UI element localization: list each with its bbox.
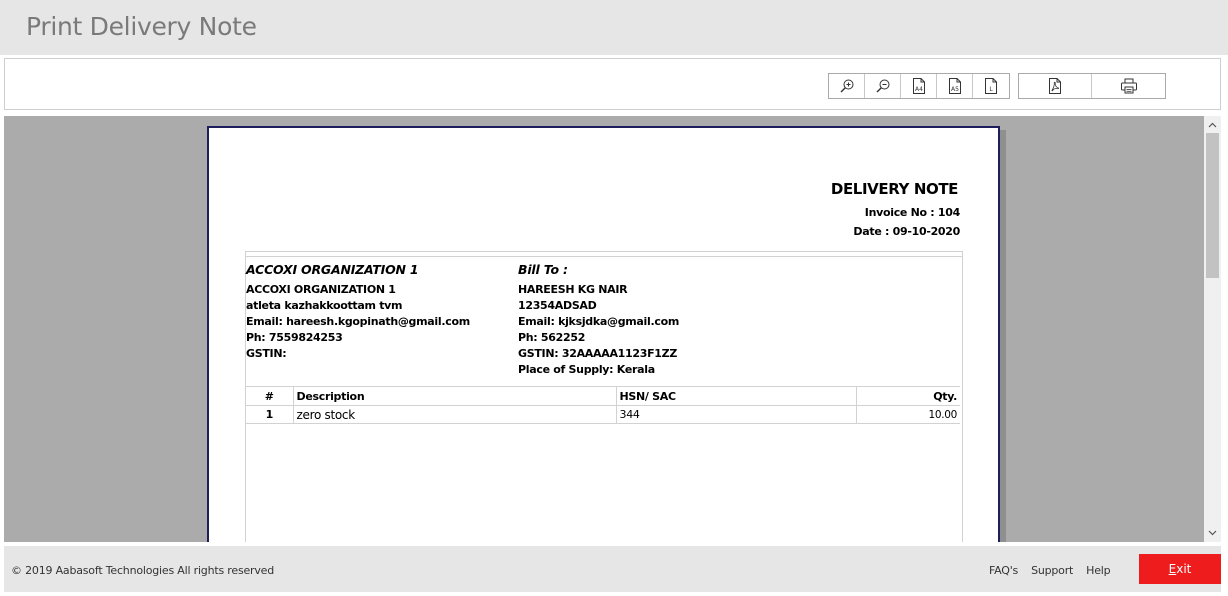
from-address-block: ACCOXI ORGANIZATION 1 ACCOXI ORGANIZATIO… (246, 262, 470, 362)
invoice-number: Invoice No : 104 (864, 206, 961, 219)
frame-divider (246, 256, 962, 257)
row-qty: 10.00 (856, 405, 960, 424)
footer-bar: © 2019 Aabasoft Technologies All rights … (4, 546, 1221, 592)
exit-label-accesskey: E (1168, 562, 1177, 576)
a5-label: A5 (951, 86, 959, 93)
chevron-down-icon (1208, 530, 1217, 536)
col-header-description: Description (293, 386, 617, 406)
col-header-number: # (246, 386, 294, 406)
zoom-in-button[interactable] (829, 74, 865, 98)
zoom-in-icon (840, 79, 853, 93)
bill-to-block: Bill To : HAREESH KG NAIR 12354ADSAD Ema… (518, 262, 679, 378)
print-delivery-note-window: Print Delivery Note A4 A5 L DELIVERY NOT… (0, 0, 1228, 596)
a4-label: A4 (915, 86, 923, 93)
from-heading: ACCOXI ORGANIZATION 1 (246, 262, 419, 277)
zoom-out-icon (876, 79, 889, 93)
help-link[interactable]: Help (1086, 564, 1110, 577)
bill-to-place-of-supply: Place of Supply: Kerala (518, 363, 655, 376)
scroll-down-button[interactable] (1204, 525, 1221, 541)
zoom-out-button[interactable] (865, 74, 901, 98)
scroll-thumb[interactable] (1206, 133, 1219, 278)
export-print-group (1018, 73, 1166, 99)
exit-label: xit (1176, 562, 1192, 576)
from-email: Email: hareesh.kgopinath@gmail.com (246, 315, 470, 328)
document-date: Date : 09-10-2020 (853, 225, 960, 238)
copyright-text: © 2019 Aabasoft Technologies All rights … (11, 564, 275, 577)
a4-page-button[interactable]: A4 (901, 74, 937, 98)
exit-button[interactable]: Exit (1139, 554, 1221, 584)
page-title: Print Delivery Note (26, 12, 257, 41)
col-header-hsn: HSN/ SAC (616, 386, 857, 406)
bill-to-gstin: GSTIN: 32AAAAA1123F1ZZ (518, 347, 677, 360)
items-table: # Description HSN/ SAC Qty. 1 zero stock… (246, 386, 960, 424)
scroll-up-button[interactable] (1204, 117, 1221, 133)
bill-to-name: HAREESH KG NAIR (518, 283, 628, 296)
items-table-header: # Description HSN/ SAC Qty. (246, 386, 960, 406)
a4-page-icon: A4 (912, 78, 925, 94)
a5-page-button[interactable]: A5 (937, 74, 973, 98)
bill-to-email: Email: kjksjdka@gmail.com (518, 315, 680, 328)
vertical-scrollbar[interactable] (1204, 116, 1221, 542)
letter-page-icon: L (985, 78, 997, 94)
bill-to-phone: Ph: 562252 (518, 331, 586, 344)
printer-icon (1120, 78, 1137, 94)
title-bar: Print Delivery Note (0, 0, 1228, 55)
document-body-frame: ACCOXI ORGANIZATION 1 ACCOXI ORGANIZATIO… (245, 251, 963, 542)
print-preview-viewer[interactable]: DELIVERY NOTE Invoice No : 104 Date : 09… (4, 116, 1221, 542)
document-page: DELIVERY NOTE Invoice No : 104 Date : 09… (207, 126, 1000, 542)
row-description: zero stock (293, 405, 617, 424)
support-link[interactable]: Support (1031, 564, 1073, 577)
zoom-page-size-group: A4 A5 L (828, 73, 1010, 99)
row-number: 1 (246, 405, 294, 424)
export-pdf-button[interactable] (1019, 74, 1092, 98)
faq-link[interactable]: FAQ's (989, 564, 1018, 577)
letter-page-button[interactable]: L (973, 74, 1009, 98)
from-address: atleta kazhakkoottam tvm (246, 299, 403, 312)
from-gstin: GSTIN: (246, 347, 287, 360)
from-phone: Ph: 7559824253 (246, 331, 343, 344)
a5-page-icon: A5 (948, 78, 961, 94)
bill-to-code: 12354ADSAD (518, 299, 597, 312)
print-toolbar: A4 A5 L (4, 58, 1221, 110)
pdf-icon (1049, 78, 1061, 94)
document-title: DELIVERY NOTE (830, 180, 958, 198)
footer-links: FAQ's Support Help (989, 564, 1111, 577)
col-header-qty: Qty. (856, 386, 960, 406)
from-name: ACCOXI ORGANIZATION 1 (246, 283, 396, 296)
bill-to-heading: Bill To : (518, 262, 568, 277)
print-button[interactable] (1092, 74, 1165, 98)
table-row: 1 zero stock 344 10.00 (246, 405, 960, 424)
chevron-up-icon (1208, 122, 1217, 128)
row-hsn: 344 (616, 405, 857, 424)
